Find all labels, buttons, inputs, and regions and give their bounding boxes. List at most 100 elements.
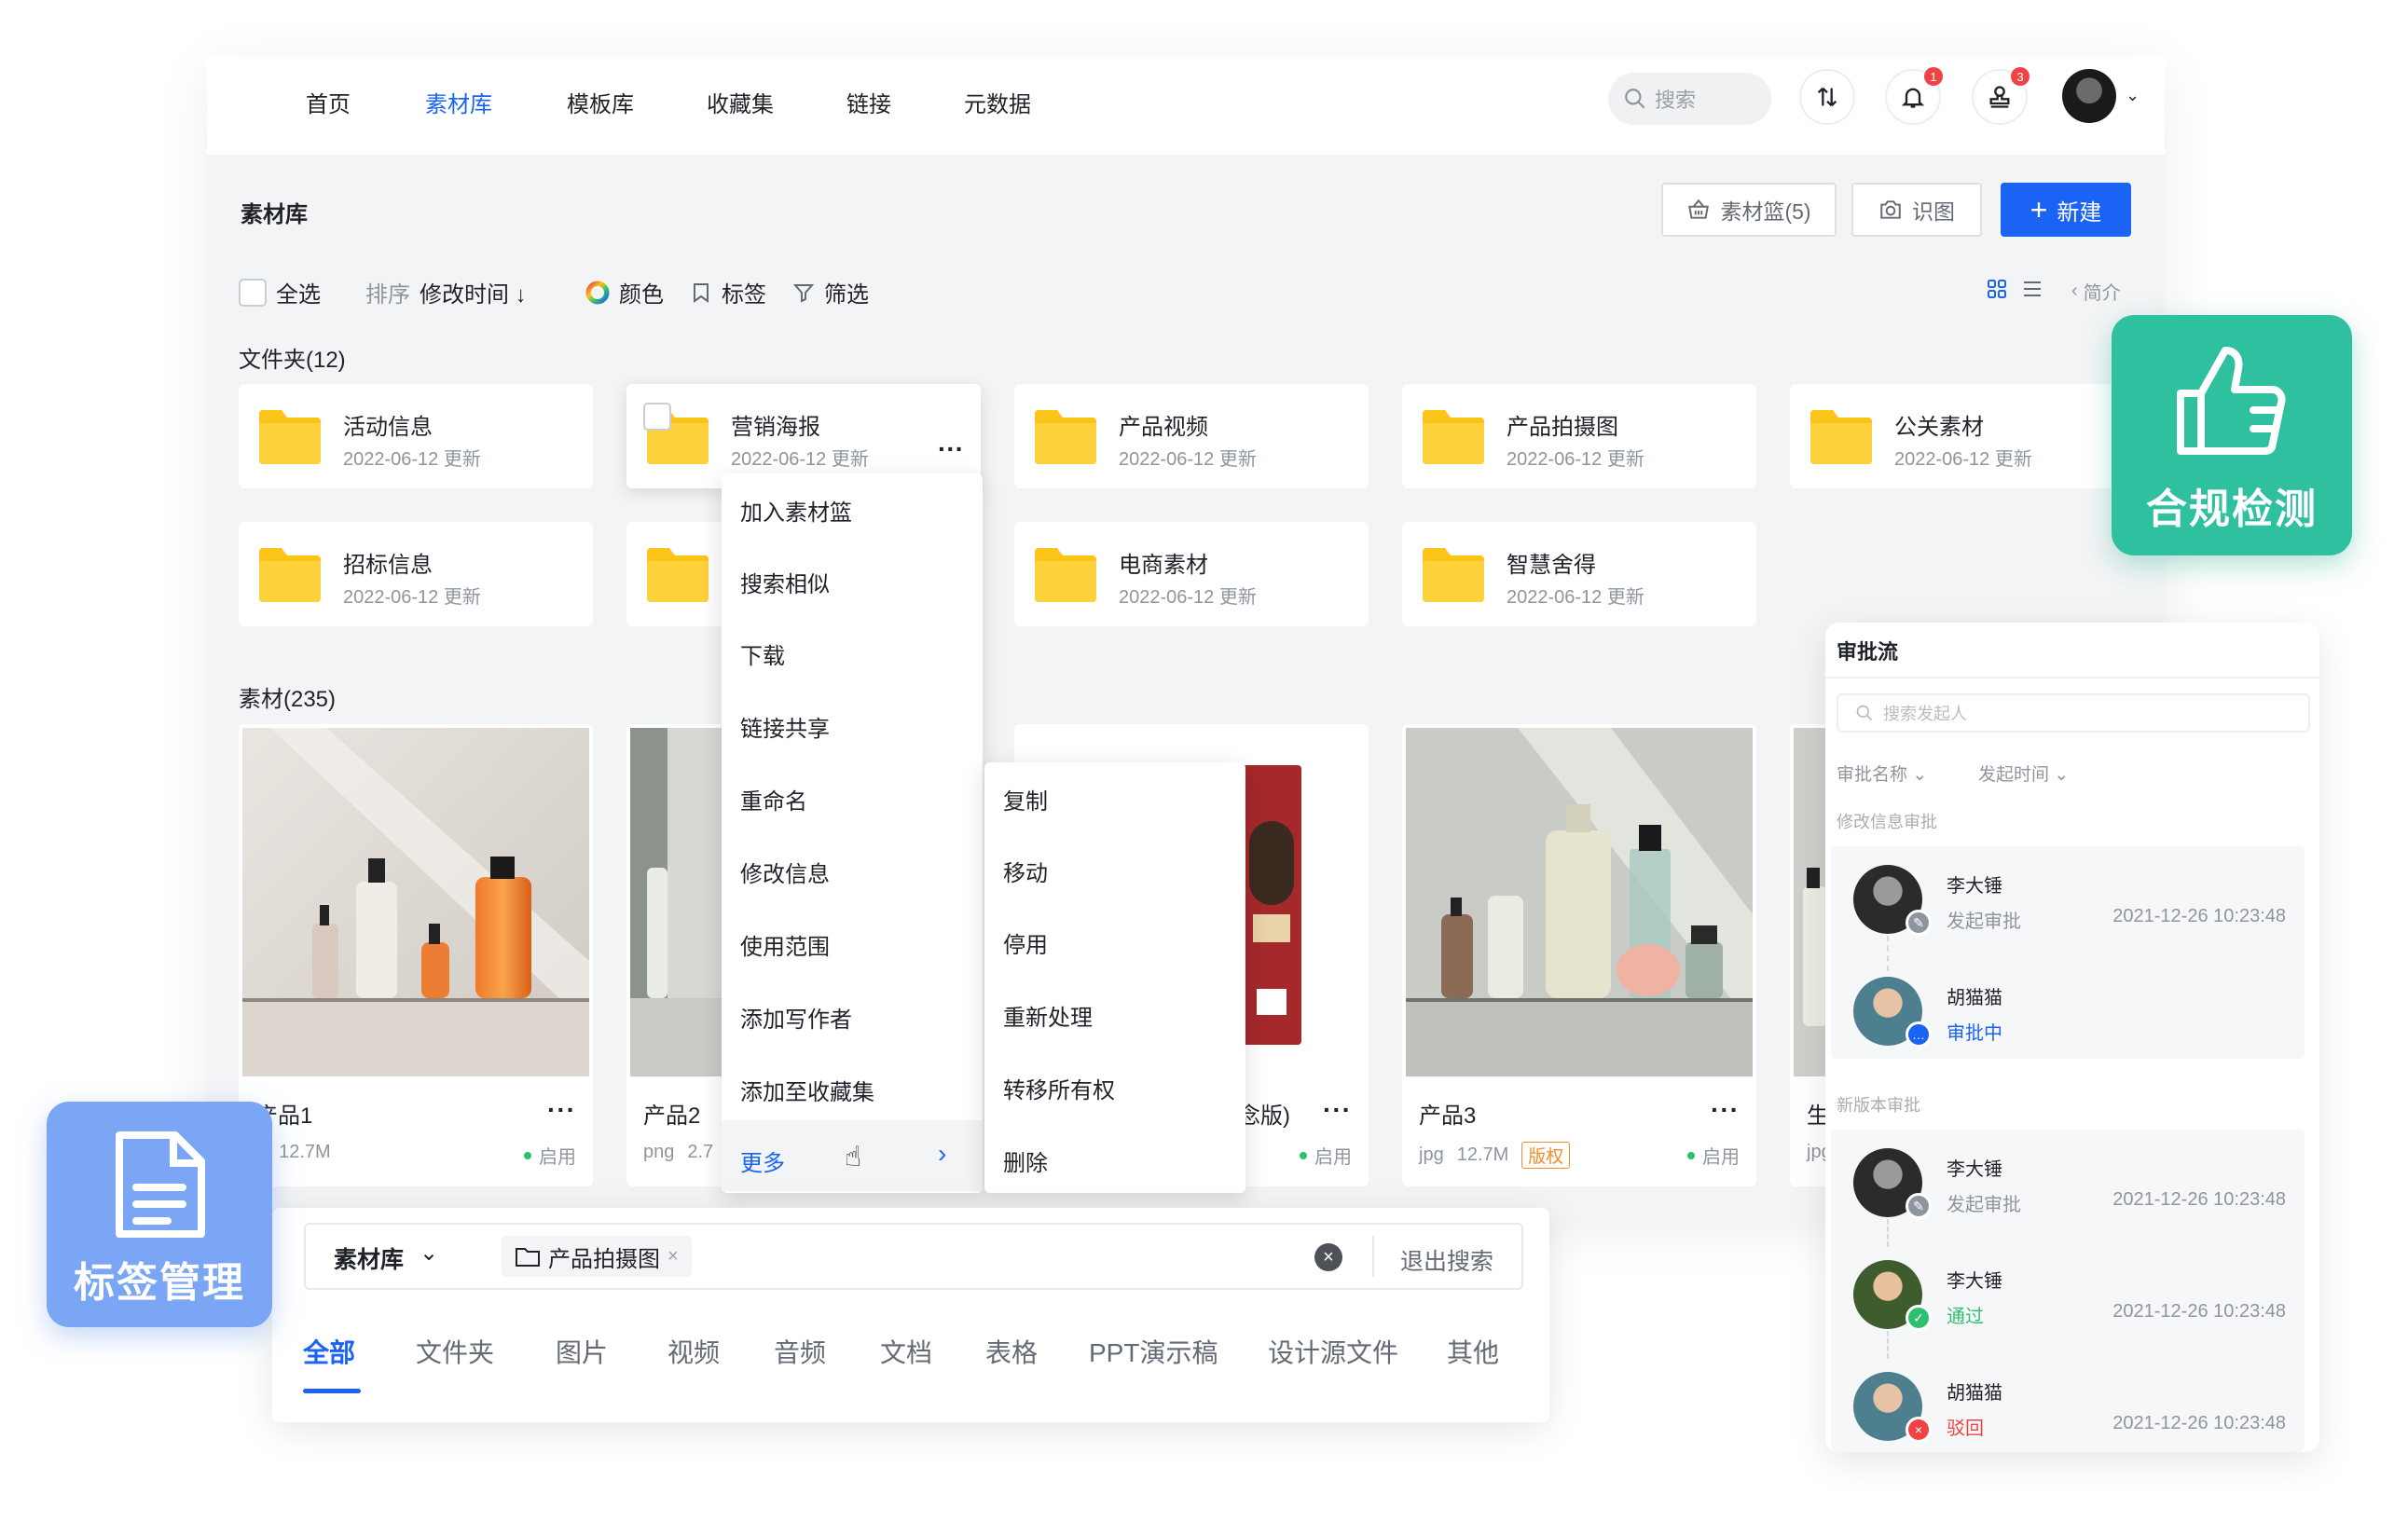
- more-icon[interactable]: ···: [547, 1095, 576, 1125]
- menu-item-transfer-owner[interactable]: 转移所有权: [1003, 1072, 1115, 1104]
- approval-row[interactable]: × 胡猫猫 驳回 2021-12-26 10:23:48: [1831, 1353, 2305, 1452]
- tab-7[interactable]: PPT演示稿: [1089, 1333, 1218, 1370]
- folder-date: 2022-06-12 更新: [1119, 449, 1257, 470]
- nav-collections[interactable]: 收藏集: [707, 86, 774, 118]
- grid-view-icon[interactable]: [1986, 278, 2008, 305]
- folder-name: 产品视频: [1119, 415, 1208, 440]
- folder-name: 活动信息: [343, 415, 433, 440]
- nav-assets[interactable]: 素材库: [425, 86, 492, 118]
- tab-1[interactable]: 文件夹: [416, 1333, 494, 1370]
- color-filter[interactable]: 颜色: [585, 276, 664, 308]
- menu-item-search-similar[interactable]: 搜索相似: [740, 566, 830, 598]
- menu-item-edit-info[interactable]: 修改信息: [740, 856, 830, 888]
- approval-row[interactable]: … 胡猫猫 审批中: [1831, 958, 2305, 1061]
- menu-item-more[interactable]: 更多: [740, 1144, 785, 1177]
- menu-item-move[interactable]: 移动: [1003, 855, 1048, 887]
- user-avatar[interactable]: [2062, 69, 2116, 123]
- menu-item-add-basket[interactable]: 加入素材篮: [740, 494, 852, 527]
- stamp-icon: [1989, 86, 2010, 108]
- search-bar[interactable]: 素材库 ⌄ 产品拍摄图 × × 退出搜索: [304, 1223, 1523, 1290]
- new-button[interactable]: + 新建: [2001, 183, 2131, 237]
- tab-3[interactable]: 视频: [667, 1333, 720, 1370]
- approval-search-input[interactable]: 搜索发起人: [1837, 693, 2310, 733]
- folder-card[interactable]: 公关素材 2022-06-12 更新: [1790, 384, 2144, 488]
- scope-selector[interactable]: 素材库: [334, 1241, 404, 1275]
- list-view-icon[interactable]: [2021, 278, 2043, 305]
- filter-start-time[interactable]: 发起时间 ⌄: [1978, 761, 2069, 786]
- notification-badge: 1: [1924, 67, 1943, 86]
- message-button[interactable]: 3: [1972, 67, 2030, 125]
- approval-status: 审批中: [1947, 1023, 2002, 1044]
- active-tab-indicator: [303, 1389, 361, 1393]
- folder-card[interactable]: 产品拍摄图 2022-06-12 更新: [1402, 384, 1756, 488]
- transfer-button[interactable]: [1799, 69, 1855, 125]
- chip-close-icon[interactable]: ×: [667, 1246, 679, 1268]
- nav-templates[interactable]: 模板库: [567, 86, 634, 118]
- filter-label: 筛选: [824, 282, 869, 308]
- basket-button[interactable]: 素材篮(5): [1661, 183, 1837, 237]
- tab-6[interactable]: 表格: [985, 1333, 1038, 1370]
- asset-name: 产品2: [643, 1103, 701, 1129]
- folder-icon: [259, 410, 321, 464]
- folder-card[interactable]: 智慧舍得 2022-06-12 更新: [1402, 522, 1756, 626]
- tab-0[interactable]: 全部: [303, 1333, 355, 1370]
- more-icon[interactable]: ···: [938, 434, 964, 464]
- folder-card[interactable]: 电商素材 2022-06-12 更新: [1014, 522, 1369, 626]
- menu-item-add-collection[interactable]: 添加至收藏集: [740, 1074, 874, 1106]
- chevron-down-icon[interactable]: ⌄: [2126, 86, 2140, 105]
- approval-row[interactable]: ✎ 李大锤 发起审批 2021-12-26 10:23:48: [1831, 1130, 2305, 1232]
- menu-item-rename[interactable]: 重命名: [740, 783, 807, 815]
- menu-item-copy[interactable]: 复制: [1003, 783, 1048, 815]
- filter-approval-name[interactable]: 审批名称 ⌄: [1837, 761, 1927, 786]
- folder-name: 电商素材: [1119, 553, 1208, 578]
- select-all-checkbox[interactable]: [239, 278, 267, 307]
- compliance-label: 合规检测: [2146, 487, 2318, 532]
- folder-name: 公关素材: [1894, 415, 1984, 440]
- approval-row[interactable]: ✎ 李大锤 发起审批 2021-12-26 10:23:48: [1831, 846, 2305, 949]
- tab-4[interactable]: 音频: [774, 1333, 826, 1370]
- more-icon[interactable]: ···: [1711, 1095, 1740, 1125]
- folder-card[interactable]: 产品视频 2022-06-12 更新: [1014, 384, 1369, 488]
- menu-item-add-author[interactable]: 添加写作者: [740, 1001, 852, 1034]
- nav-metadata[interactable]: 元数据: [964, 86, 1031, 118]
- folder-chip[interactable]: 产品拍摄图 ×: [502, 1236, 692, 1277]
- chevron-down-icon[interactable]: ⌄: [420, 1240, 438, 1267]
- tag-filter[interactable]: 标签: [690, 276, 766, 308]
- brief-toggle[interactable]: ‹ 简介: [2071, 278, 2121, 305]
- search-input[interactable]: 搜索: [1608, 73, 1771, 125]
- folder-checkbox[interactable]: [643, 403, 671, 431]
- folder-card[interactable]: 活动信息 2022-06-12 更新: [239, 384, 593, 488]
- folder-card[interactable]: 招标信息 2022-06-12 更新: [239, 522, 593, 626]
- menu-item-disable[interactable]: 停用: [1003, 926, 1048, 959]
- sort-control[interactable]: 排序 修改时间 ↓: [365, 276, 527, 308]
- exit-search-button[interactable]: 退出搜索: [1400, 1243, 1493, 1277]
- recognize-button[interactable]: 识图: [1851, 183, 1982, 237]
- approval-row[interactable]: ✓ 李大锤 通过 2021-12-26 10:23:48: [1831, 1241, 2305, 1344]
- basket-icon: [1688, 199, 1710, 219]
- folder-outline-icon: [516, 1248, 540, 1267]
- clear-icon[interactable]: ×: [1314, 1243, 1342, 1271]
- notification-button[interactable]: 1: [1885, 67, 1943, 125]
- select-all[interactable]: 全选: [239, 276, 321, 308]
- filter-control[interactable]: 筛选: [792, 276, 869, 308]
- folder-name: 产品拍摄图: [1507, 415, 1618, 440]
- nav-links[interactable]: 链接: [846, 86, 891, 118]
- nav-home[interactable]: 首页: [306, 86, 351, 118]
- menu-item-reprocess[interactable]: 重新处理: [1003, 999, 1093, 1032]
- menu-item-usage-scope[interactable]: 使用范围: [740, 928, 830, 961]
- sort-value[interactable]: 修改时间 ↓: [420, 276, 527, 308]
- tab-9[interactable]: 其他: [1447, 1333, 1499, 1370]
- asset-card[interactable]: 产品1 ··· g12.7M 启用: [239, 724, 593, 1186]
- tab-5[interactable]: 文档: [880, 1333, 932, 1370]
- menu-item-download[interactable]: 下载: [740, 637, 785, 670]
- tab-2[interactable]: 图片: [556, 1333, 608, 1370]
- menu-item-delete[interactable]: 删除: [1003, 1144, 1048, 1177]
- tab-8[interactable]: 设计源文件: [1268, 1333, 1398, 1370]
- more-icon[interactable]: ···: [1323, 1095, 1352, 1125]
- menu-item-share-link[interactable]: 链接共享: [740, 710, 830, 743]
- asset-status: 启用: [1702, 1147, 1740, 1168]
- folder-icon: [1423, 410, 1484, 464]
- asset-card[interactable]: 产品3 ··· jpg 12.7M 版权 启用: [1402, 724, 1756, 1186]
- asset-thumbnail: [242, 728, 589, 1076]
- approval-block: ✎ 李大锤 发起审批 2021-12-26 10:23:48 ✓ 李大锤 通过 …: [1831, 1130, 2305, 1452]
